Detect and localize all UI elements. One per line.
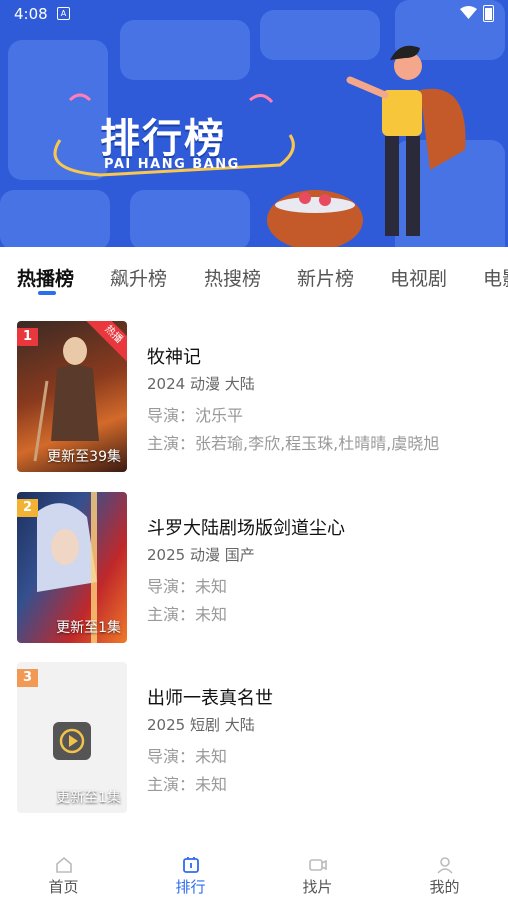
episode-status: 更新至39集 [47,449,121,465]
banner-title: 排行榜 [100,116,226,162]
tab-movie[interactable]: 电影 [483,264,508,291]
tab-hot-search[interactable]: 热搜榜 [204,264,261,291]
poster-image[interactable]: 1 热播 更新至39集 [17,321,127,472]
rank-badge: 3 [17,669,38,687]
item-meta: 2025 短剧 大陆 [147,716,255,734]
nav-profile-label: 我的 [429,878,460,896]
battery-icon [483,5,494,22]
banner-subtitle: PAI HANG BANG [104,157,240,172]
tab-rising[interactable]: 飙升榜 [110,264,167,291]
banner-illustration [53,45,466,247]
item-meta: 2024 动漫 大陆 [147,375,255,393]
item-title[interactable]: 牧神记 [147,343,201,369]
poster-placeholder[interactable]: 3 更新至1集 [17,662,127,813]
nav-home-label: 首页 [48,878,79,896]
user-icon [436,857,453,874]
nav-ranking[interactable]: 排行 [127,848,254,904]
active-tab-indicator [38,291,56,295]
home-icon [55,856,72,873]
bottom-nav: 首页 排行 找片 我的 [0,848,508,904]
item-title[interactable]: 斗罗大陆剧场版剑道尘心 [147,514,345,540]
ranking-tabs: 热播榜 飙升榜 热搜榜 新片榜 电视剧 电影 [0,247,508,299]
app-notification-icon: A [57,7,70,20]
item-director: 导演：沈乐平 [147,406,244,425]
episode-status: 更新至1集 [56,790,121,806]
nav-find[interactable]: 找片 [254,848,381,904]
video-camera-icon [308,859,327,871]
list-item[interactable]: 2 更新至1集 斗罗大陆剧场版剑道尘心 2025 动漫 国产 导演：未知 主演：… [0,492,508,644]
wifi-icon [460,6,477,19]
status-bar: 4:08 A [0,0,508,28]
poster-image[interactable]: 2 更新至1集 [17,492,127,643]
item-director: 导演：未知 [147,747,228,766]
ranking-icon [182,857,199,873]
banner[interactable]: 4:08 A 排行榜 PAI HANG BANG [0,0,508,247]
rank-badge: 1 [17,328,38,346]
nav-find-label: 找片 [302,878,333,896]
nav-home[interactable]: 首页 [0,848,127,904]
list-item[interactable]: 1 热播 更新至39集 牧神记 2024 动漫 大陆 导演：沈乐平 主演：张若瑜… [0,321,508,473]
video-placeholder-icon [53,722,91,760]
item-cast: 主演：张若瑜,李欣,程玉珠,杜晴晴,虞晓旭 [147,434,440,453]
nav-ranking-label: 排行 [175,878,206,896]
item-cast: 主演：未知 [147,605,228,624]
tab-hot-play[interactable]: 热播榜 [17,264,74,291]
rank-badge: 2 [17,499,38,517]
nav-profile[interactable]: 我的 [381,848,508,904]
status-time: 4:08 [14,5,48,23]
episode-status: 更新至1集 [56,620,121,636]
list-item[interactable]: 3 更新至1集 出师一表真名世 2025 短剧 大陆 导演：未知 主演：未知 [0,662,508,814]
item-meta: 2025 动漫 国产 [147,546,255,564]
item-director: 导演：未知 [147,577,228,596]
item-title[interactable]: 出师一表真名世 [147,684,273,710]
tab-new-release[interactable]: 新片榜 [297,264,354,291]
tab-tv-series[interactable]: 电视剧 [390,264,447,291]
item-cast: 主演：未知 [147,775,228,794]
